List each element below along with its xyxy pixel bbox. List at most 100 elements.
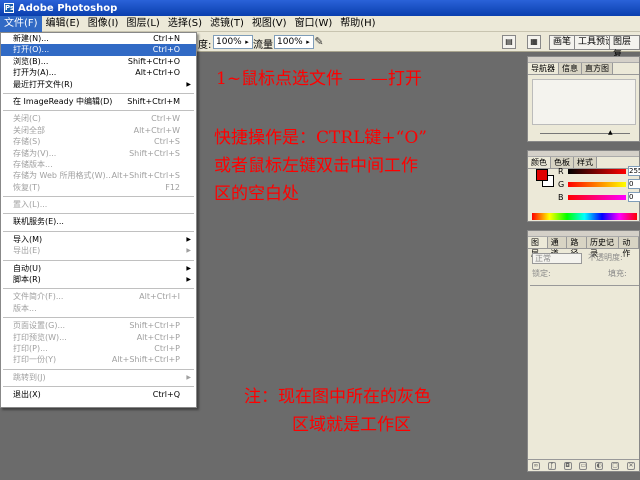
file-menu-item[interactable]: 打开为(A)... Alt+Ctrl+O [1, 67, 196, 78]
channel-b-value[interactable]: 0 [628, 192, 640, 202]
file-browser-icon[interactable]: ▤ [502, 35, 516, 49]
well-tab-brushes[interactable]: 画笔 [549, 35, 576, 50]
tab-channels[interactable]: 通道 [547, 237, 568, 258]
tab-actions[interactable]: 动作 [619, 237, 640, 258]
file-menu-item[interactable]: 存储版本... [1, 159, 196, 170]
zoom-slider-thumb-icon[interactable]: ▲ [608, 129, 613, 136]
opacity-dropdown-icon[interactable]: ▸ [242, 36, 252, 48]
annotation-blank-area-line: 区的空白处 [214, 184, 299, 204]
file-menu-item[interactable]: 打印一份(Y) Alt+Shift+Ctrl+P [1, 354, 196, 365]
file-menu-item[interactable]: 恢复(T) F12 [1, 182, 196, 193]
tab-color[interactable]: 颜色 [528, 157, 551, 168]
channel-r-slider[interactable] [568, 169, 626, 174]
opacity-field[interactable]: 100% ▸ [213, 35, 253, 49]
menu-item-label: 退出(X) [13, 390, 41, 400]
menu-help[interactable]: 帮助(H) [336, 16, 379, 32]
menu-item-label: 跳转到(J) [13, 372, 46, 382]
file-menu-item[interactable]: 退出(X) Ctrl+Q [1, 389, 196, 400]
menu-item-label: 存储版本... [13, 159, 53, 169]
file-menu-item[interactable]: 导出(E) ▶ [1, 245, 196, 256]
file-menu-item[interactable]: 页面设置(G)... Shift+Ctrl+P [1, 320, 196, 331]
file-menu-dropdown: 新建(N)... Ctrl+N 打开(O)... Ctrl+O 浏览(B)... Shif… [0, 32, 197, 408]
menu-item-shortcut: Alt+Shift+Ctrl+S [111, 171, 180, 181]
submenu-arrow-icon: ▶ [186, 373, 191, 381]
tab-info[interactable]: 信息 [559, 63, 582, 74]
menu-item-shortcut: Alt+Ctrl+I [139, 292, 180, 302]
channel-g-value[interactable]: 0 [628, 179, 640, 189]
file-menu-item[interactable]: 文件简介(F)... Alt+Ctrl+I [1, 291, 196, 302]
menu-item-label: 关闭全部 [13, 125, 45, 135]
file-menu-item[interactable]: 关闭(C) Ctrl+W [1, 113, 196, 124]
file-menu-item[interactable]: 存储为(V)... Shift+Ctrl+S [1, 148, 196, 159]
menu-item-shortcut: Shift+Ctrl+O [127, 56, 180, 66]
menu-item-label: 打印一份(Y) [13, 355, 57, 365]
opacity-label: 不透明度: [588, 253, 623, 262]
tab-navigator[interactable]: 导航器 [528, 63, 559, 74]
menu-item-label: 导出(E) [13, 246, 41, 256]
zoom-slider[interactable] [540, 133, 630, 134]
menu-item-shortcut: Ctrl+N [153, 34, 180, 43]
menu-view[interactable]: 视图(V) [248, 16, 291, 32]
file-menu-item[interactable]: 脚本(R) ▶ [1, 274, 196, 285]
flow-field[interactable]: 100% ▸ [274, 35, 314, 49]
color-spectrum-bar[interactable] [532, 213, 637, 220]
file-menu-item[interactable]: 存储为 Web 所用格式(W)... Alt+Shift+Ctrl+S [1, 170, 196, 181]
file-menu-item[interactable]: 浏览(B)... Shift+Ctrl+O [1, 56, 196, 67]
layer-set-icon[interactable]: ▭ [579, 461, 588, 470]
layers-list[interactable] [530, 285, 639, 457]
well-tab-layer-comps[interactable]: 图层复 [609, 35, 640, 60]
menu-layer[interactable]: 图层(L) [122, 16, 163, 32]
file-menu-item[interactable]: 版本... [1, 303, 196, 314]
file-menu-item[interactable]: 导入(M) ▶ [1, 234, 196, 245]
file-menu-item[interactable]: 最近打开文件(R) ▶ [1, 79, 196, 90]
file-menu-item[interactable]: 联机服务(E)... [1, 216, 196, 227]
tab-history[interactable]: 历史记录 [587, 237, 620, 258]
delete-layer-icon[interactable]: ✕ [626, 461, 635, 470]
menu-item-label: 导入(M) [13, 234, 43, 244]
menu-filter[interactable]: 滤镜(T) [206, 16, 248, 32]
file-menu-item[interactable]: 新建(N)... Ctrl+N [1, 33, 196, 44]
file-menu-item[interactable]: 存储(S) Ctrl+S [1, 136, 196, 147]
link-layers-icon[interactable]: ∞ [531, 461, 540, 470]
blend-mode-select[interactable]: 正常 [532, 253, 582, 264]
file-menu-item[interactable]: 自动(U) ▶ [1, 263, 196, 274]
file-menu-item[interactable]: 打开(O)... Ctrl+O [1, 44, 196, 56]
layer-mask-icon[interactable]: ◘ [563, 461, 572, 470]
menu-edit[interactable]: 编辑(E) [42, 16, 84, 32]
foreground-color-swatch[interactable] [536, 169, 548, 181]
file-menu-item[interactable]: 打印(P)... Ctrl+P [1, 343, 196, 354]
menu-item-shortcut: Shift+Ctrl+M [127, 96, 180, 106]
menu-window[interactable]: 窗口(W) [291, 16, 337, 32]
file-menu-item[interactable]: 打印预览(W)... Alt+Ctrl+P [1, 332, 196, 343]
file-menu-item[interactable]: 跳转到(J) ▶ [1, 372, 196, 383]
new-layer-icon[interactable]: ▢ [611, 461, 620, 470]
menu-item-label: 浏览(B)... [13, 56, 49, 66]
menu-item-label: 恢复(T) [13, 182, 41, 192]
toggle-palettes-icon[interactable]: ▦ [527, 35, 541, 49]
photoshop-app-icon[interactable]: Ps [4, 3, 14, 13]
menu-item-shortcut: Ctrl+W [151, 114, 180, 124]
menu-item-shortcut: Alt+Ctrl+P [136, 332, 180, 342]
file-menu-item[interactable]: 置入(L)... [1, 199, 196, 210]
channel-b-slider[interactable] [568, 195, 626, 200]
airbrush-icon[interactable]: ✎ [312, 35, 326, 49]
adjustment-layer-icon[interactable]: ◐ [595, 461, 604, 470]
title-bar: Ps Adobe Photoshop [0, 0, 640, 16]
layer-style-icon[interactable]: ƒ [547, 461, 556, 470]
tab-layers[interactable]: 图层 [528, 237, 548, 258]
menu-item-shortcut: Alt+Ctrl+O [135, 68, 180, 78]
menu-image[interactable]: 图像(I) [84, 16, 123, 32]
menu-item-label: 关闭(C) [13, 114, 41, 124]
menu-bar: 文件(F) 编辑(E) 图像(I) 图层(L) 选择(S) 滤镜(T) 视图(V… [0, 15, 640, 32]
file-menu-item[interactable]: 关闭全部 Alt+Ctrl+W [1, 125, 196, 136]
channel-g-slider[interactable] [568, 182, 626, 187]
tab-histogram[interactable]: 直方图 [582, 63, 613, 74]
menu-item-label: 打开(O)... [13, 45, 50, 55]
menu-file[interactable]: 文件(F) [0, 15, 42, 32]
menu-item-shortcut: F12 [165, 182, 180, 192]
menu-select[interactable]: 选择(S) [164, 16, 206, 32]
channel-r-value[interactable]: 255 [628, 166, 640, 176]
layers-palette: 图层 通道 路径 历史记录 动作 正常 不透明度: 锁定: 填充: ∞ ƒ ◘ … [527, 230, 640, 472]
file-menu-item[interactable]: 在 ImageReady 中编辑(D) Shift+Ctrl+M [1, 96, 196, 107]
tab-paths[interactable]: 路径 [567, 237, 588, 258]
